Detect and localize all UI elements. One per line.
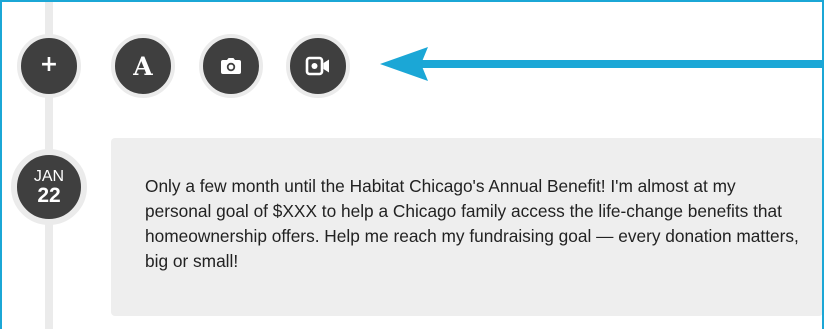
timeline-post-card: Only a few month until the Habitat Chica… — [111, 138, 822, 316]
timeline-frame: + A JAN 22 Only a few month until the Ha… — [0, 0, 824, 329]
post-date-month: JAN — [33, 167, 65, 185]
text-a-icon: A — [133, 51, 153, 81]
camera-icon — [221, 58, 241, 74]
add-text-button[interactable]: A — [111, 34, 175, 98]
plus-icon: + — [39, 52, 59, 77]
add-photo-button[interactable] — [199, 34, 263, 98]
add-video-button[interactable] — [286, 34, 350, 98]
post-date-badge: JAN 22 — [11, 149, 87, 225]
post-text: Only a few month until the Habitat Chica… — [145, 176, 799, 271]
video-camera-icon — [305, 56, 329, 76]
post-date-day: 22 — [37, 183, 61, 207]
arrow-left-icon — [380, 47, 822, 81]
add-button[interactable]: + — [17, 34, 81, 98]
